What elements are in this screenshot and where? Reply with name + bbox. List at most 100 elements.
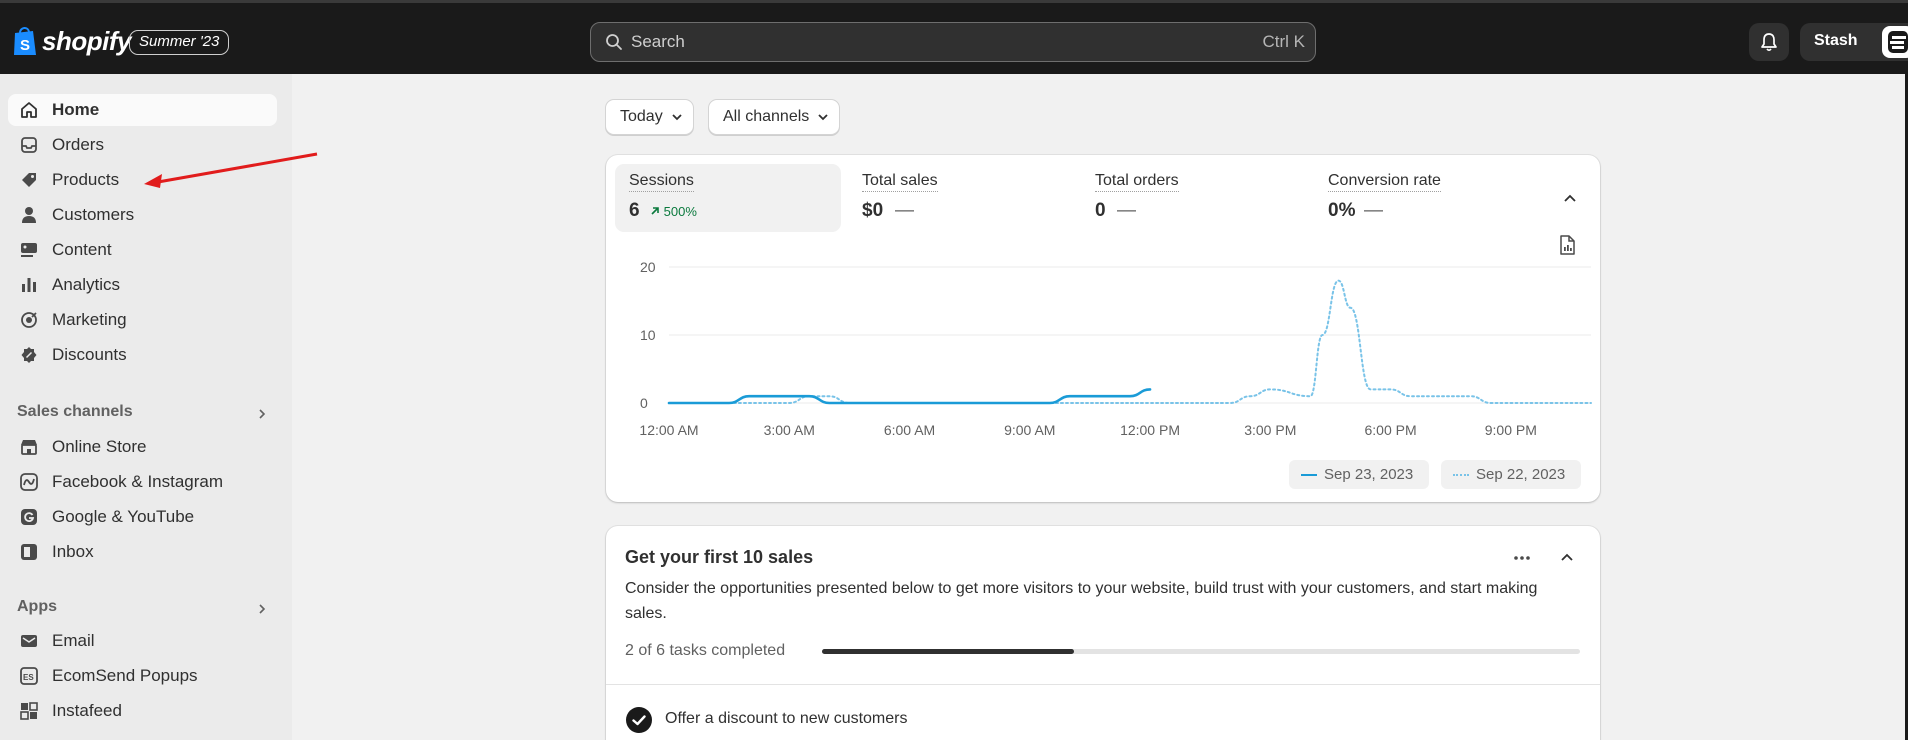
get-sales-title: Get your first 10 sales <box>625 547 814 567</box>
metric-label: Total orders <box>1095 172 1179 192</box>
annotation-arrow <box>144 152 318 188</box>
x-tick-label: 12:00 PM <box>1120 422 1180 438</box>
metric-total-sales[interactable]: Total sales $0 — <box>848 164 1074 232</box>
sidebar-item-label: Customers <box>52 205 135 224</box>
sidebar-item-label: Google & YouTube <box>52 507 195 526</box>
collapse-chevron-up-icon[interactable] <box>1562 190 1578 206</box>
get-sales-description: Consider the opportunities presented bel… <box>625 580 1538 622</box>
google-icon <box>21 509 37 525</box>
metric-total-orders[interactable]: Total orders 0 — <box>1081 164 1307 232</box>
sidebar-item-label: Analytics <box>52 275 121 294</box>
more-actions-icon[interactable] <box>1512 548 1532 568</box>
sidebar-item-label: Content <box>52 240 112 259</box>
channel-filter-label: All channels <box>723 108 810 125</box>
shopify-bag-icon: S <box>14 27 36 55</box>
divider <box>606 684 1600 685</box>
sales-channels-heading[interactable]: Sales channels <box>17 403 133 421</box>
legend-label: Sep 23, 2023 <box>1324 466 1414 483</box>
sidebar-item-label: Products <box>52 170 120 189</box>
sidebar-item-label: EcomSend Popups <box>52 666 198 685</box>
sidebar-item-home[interactable]: Home <box>8 94 277 126</box>
edition-badge[interactable]: Summer '23 <box>129 30 230 55</box>
metric-value: $0 <box>862 200 884 221</box>
chevron-right-icon[interactable] <box>256 408 268 420</box>
search-shortcut: Ctrl K <box>1262 32 1306 51</box>
metric-label: Conversion rate <box>1328 172 1441 192</box>
inbox-tray-icon <box>21 137 37 153</box>
legend-label: Sep 22, 2023 <box>1476 466 1566 483</box>
metric-dash: — <box>1364 200 1383 221</box>
notifications-button[interactable] <box>1749 23 1789 61</box>
sidebar-item-online-store[interactable]: Online Store <box>8 431 277 463</box>
inbox-icon <box>21 544 37 560</box>
chevron-right-icon[interactable] <box>256 603 268 615</box>
sidebar-item-content[interactable]: Content <box>8 234 277 266</box>
y-tick-label: 10 <box>640 327 656 343</box>
chevron-down-icon <box>818 114 828 121</box>
metric-dash: — <box>895 200 914 221</box>
legend-item-previous[interactable]: Sep 22, 2023 <box>1441 460 1581 489</box>
sessions-chart: 0 10 20 12:00 AM 3:00 AM 6:00 AM 9:00 AM 12:00 … <box>639 259 1592 438</box>
arrow-up-right-icon <box>651 207 659 215</box>
sidebar-item-google-youtube[interactable]: Google & YouTube <box>8 501 277 533</box>
sidebar-item-marketing[interactable]: Marketing <box>8 304 277 336</box>
sidebar-item-instafeed[interactable]: Instafeed <box>8 695 277 727</box>
legend-swatch <box>1453 474 1469 476</box>
sidebar-item-analytics[interactable]: Analytics <box>8 269 277 301</box>
meta-icon <box>20 473 38 491</box>
sidebar-item-discounts[interactable]: Discounts <box>8 339 277 371</box>
store-menu-button[interactable]: Stash <box>1800 23 1908 61</box>
search-bar[interactable]: Search Ctrl K <box>590 22 1316 62</box>
sidebar-item-label: Email <box>52 631 95 650</box>
metric-value: 0% <box>1328 200 1356 221</box>
metric-conversion-rate[interactable]: Conversion rate 0% — <box>1314 164 1540 232</box>
stash-logo-icon <box>1888 31 1908 53</box>
sidebar-item-customers[interactable]: Customers <box>8 199 277 231</box>
metric-sessions[interactable]: Sessions 6 500% <box>615 164 841 232</box>
search-icon <box>606 34 622 50</box>
sidebar-item-label: Home <box>52 100 100 119</box>
top-bar: S shopify Summer '23 Search Ctrl K Stash <box>0 0 1908 74</box>
sidebar-item-label: Marketing <box>52 310 127 329</box>
image-text-icon <box>21 243 37 257</box>
checkmark-icon <box>632 715 646 726</box>
storefront-icon <box>21 440 37 455</box>
legend-item-current[interactable]: Sep 23, 2023 <box>1289 460 1429 489</box>
sidebar-item-ecomsend[interactable]: ES EcomSend Popups <box>8 660 277 692</box>
progress-bar <box>822 649 1580 654</box>
x-tick-label: 6:00 AM <box>884 422 935 438</box>
x-tick-label: 9:00 PM <box>1485 422 1537 438</box>
series-line-previous <box>668 279 1592 404</box>
discount-badge-icon <box>21 347 37 363</box>
task-label[interactable]: Offer a discount to new customers <box>665 710 907 728</box>
sidebar-item-inbox[interactable]: Inbox <box>8 536 277 568</box>
metric-change: 500% <box>650 204 697 219</box>
y-tick-label: 20 <box>640 259 656 275</box>
shopify-logo[interactable]: S shopify <box>12 25 131 57</box>
date-filter-button[interactable]: Today <box>605 99 694 135</box>
search-placeholder: Search <box>631 32 685 51</box>
channel-filter-button[interactable]: All channels <box>708 99 841 135</box>
sidebar-item-facebook-instagram[interactable]: Facebook & Instagram <box>8 466 277 498</box>
tag-icon <box>22 173 36 187</box>
series-line-current <box>667 388 1152 405</box>
metric-label: Total sales <box>862 172 938 192</box>
legend-swatch <box>1301 474 1317 476</box>
x-tick-label: 12:00 AM <box>639 422 698 438</box>
apps-heading[interactable]: Apps <box>17 598 57 616</box>
metric-change-value: 500% <box>663 204 697 219</box>
sidebar-item-email[interactable]: Email <box>8 625 277 657</box>
x-tick-label: 3:00 PM <box>1244 422 1296 438</box>
y-tick-label: 0 <box>640 395 648 411</box>
metric-value: 0 <box>1095 200 1106 221</box>
store-avatar <box>1882 26 1908 58</box>
collapse-chevron-up-icon[interactable] <box>1559 549 1575 565</box>
person-icon <box>22 207 36 223</box>
chevron-down-icon <box>672 114 682 121</box>
task-complete-checkbox[interactable] <box>626 707 652 733</box>
metric-value: 6 <box>629 200 640 221</box>
sidebar-item-label: Discounts <box>52 345 127 364</box>
sidebar-item-label: Inbox <box>52 542 94 561</box>
progress-bar-fill <box>822 649 1075 654</box>
email-icon <box>21 635 37 647</box>
